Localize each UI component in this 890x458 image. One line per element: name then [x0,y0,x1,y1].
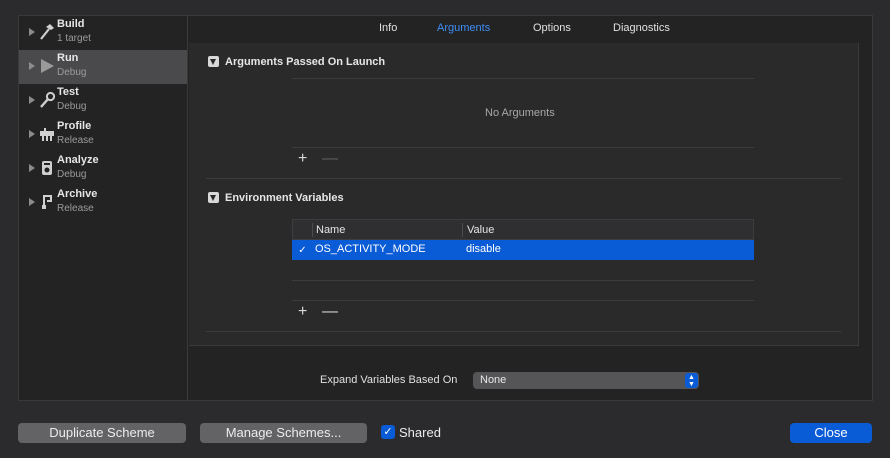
divider [206,178,841,179]
tab-bar: Info Arguments Options Diagnostics [188,16,872,42]
analyze-icon [42,161,52,175]
close-button[interactable]: Close [790,423,872,443]
sidebar-item-test[interactable]: Test Debug [19,84,187,118]
expand-triangle-icon[interactable] [29,164,35,172]
expand-triangle-icon[interactable] [29,96,35,104]
sidebar-item-profile[interactable]: Profile Release [19,118,187,152]
column-separator [462,223,463,237]
sidebar-item-build[interactable]: Build 1 target [19,16,187,50]
expand-triangle-icon[interactable] [29,28,35,36]
table-row[interactable]: ✓ OS_ACTIVITY_MODE disable [292,240,754,260]
remove-argument-button[interactable]: — [322,151,338,167]
sidebar-item-label: Profile [57,120,92,132]
duplicate-scheme-button[interactable]: Duplicate Scheme [18,423,186,443]
environment-section-title: Environment Variables [225,192,344,204]
column-separator [312,223,313,237]
remove-variable-button[interactable]: — [322,304,338,320]
divider [292,147,754,148]
env-var-name[interactable]: OS_ACTIVITY_MODE [315,243,426,255]
chevron-updown-icon: ▲ ▼ [685,373,698,388]
sidebar-item-sublabel: 1 target [57,33,91,44]
tab-options[interactable]: Options [533,22,571,34]
expand-triangle-icon[interactable] [29,198,35,206]
divider [206,331,841,332]
tab-arguments[interactable]: Arguments [437,22,490,34]
tab-info[interactable]: Info [379,22,397,34]
shared-label: Shared [399,425,441,440]
sidebar-item-label: Analyze [57,154,99,166]
add-variable-button[interactable]: + [298,304,307,320]
wrench-icon [40,91,55,108]
play-icon [41,59,54,73]
gauge-icon [40,128,54,141]
scheme-editor-panel: Info Arguments Options Diagnostics Argum… [187,15,873,401]
manage-schemes-button[interactable]: Manage Schemes... [200,423,367,443]
expand-variables-label: Expand Variables Based On [320,374,458,386]
divider [292,300,754,301]
sidebar-item-analyze[interactable]: Analyze Debug [19,152,187,186]
sidebar-item-sublabel: Debug [57,101,87,112]
hammer-icon [40,24,54,40]
expand-triangle-icon[interactable] [29,130,35,138]
expand-variables-select[interactable]: None ▲ ▼ [473,372,699,389]
sidebar-item-sublabel: Debug [57,67,87,78]
shared-checkbox[interactable]: ✓ [381,425,395,439]
row-enabled-checkbox[interactable]: ✓ [297,245,308,256]
divider [292,280,754,281]
arguments-section-title: Arguments Passed On Launch [225,56,386,68]
no-arguments-text: No Arguments [485,107,555,119]
environment-variables-table: Name Value ✓ OS_ACTIVITY_MODE disable [292,219,754,260]
sidebar-item-archive[interactable]: Archive Release [19,186,187,220]
sidebar-item-sublabel: Release [57,135,94,146]
sidebar-item-label: Build [57,18,85,30]
sidebar-item-label: Archive [57,188,98,200]
expand-triangle-icon[interactable] [29,62,35,70]
expand-variables-value: None [480,374,507,386]
scheme-action-sidebar: Build 1 target Run Debug Test Debug Prof… [18,15,187,401]
table-header: Name Value [292,219,754,240]
column-header-name[interactable]: Name [316,224,345,236]
divider [292,78,754,79]
disclosure-triangle-icon[interactable] [208,56,219,67]
sidebar-item-label: Run [57,52,79,64]
archive-icon [42,195,52,209]
tab-diagnostics[interactable]: Diagnostics [613,22,670,34]
sidebar-item-run[interactable]: Run Debug [19,50,187,84]
arguments-content: Arguments Passed On Launch No Arguments … [189,43,859,346]
env-var-value[interactable]: disable [466,243,501,255]
sidebar-item-sublabel: Release [57,203,94,214]
column-header-value[interactable]: Value [467,224,494,236]
sidebar-item-sublabel: Debug [57,169,87,180]
sidebar-item-label: Test [57,86,79,98]
disclosure-triangle-icon[interactable] [208,192,219,203]
add-argument-button[interactable]: + [298,151,307,167]
